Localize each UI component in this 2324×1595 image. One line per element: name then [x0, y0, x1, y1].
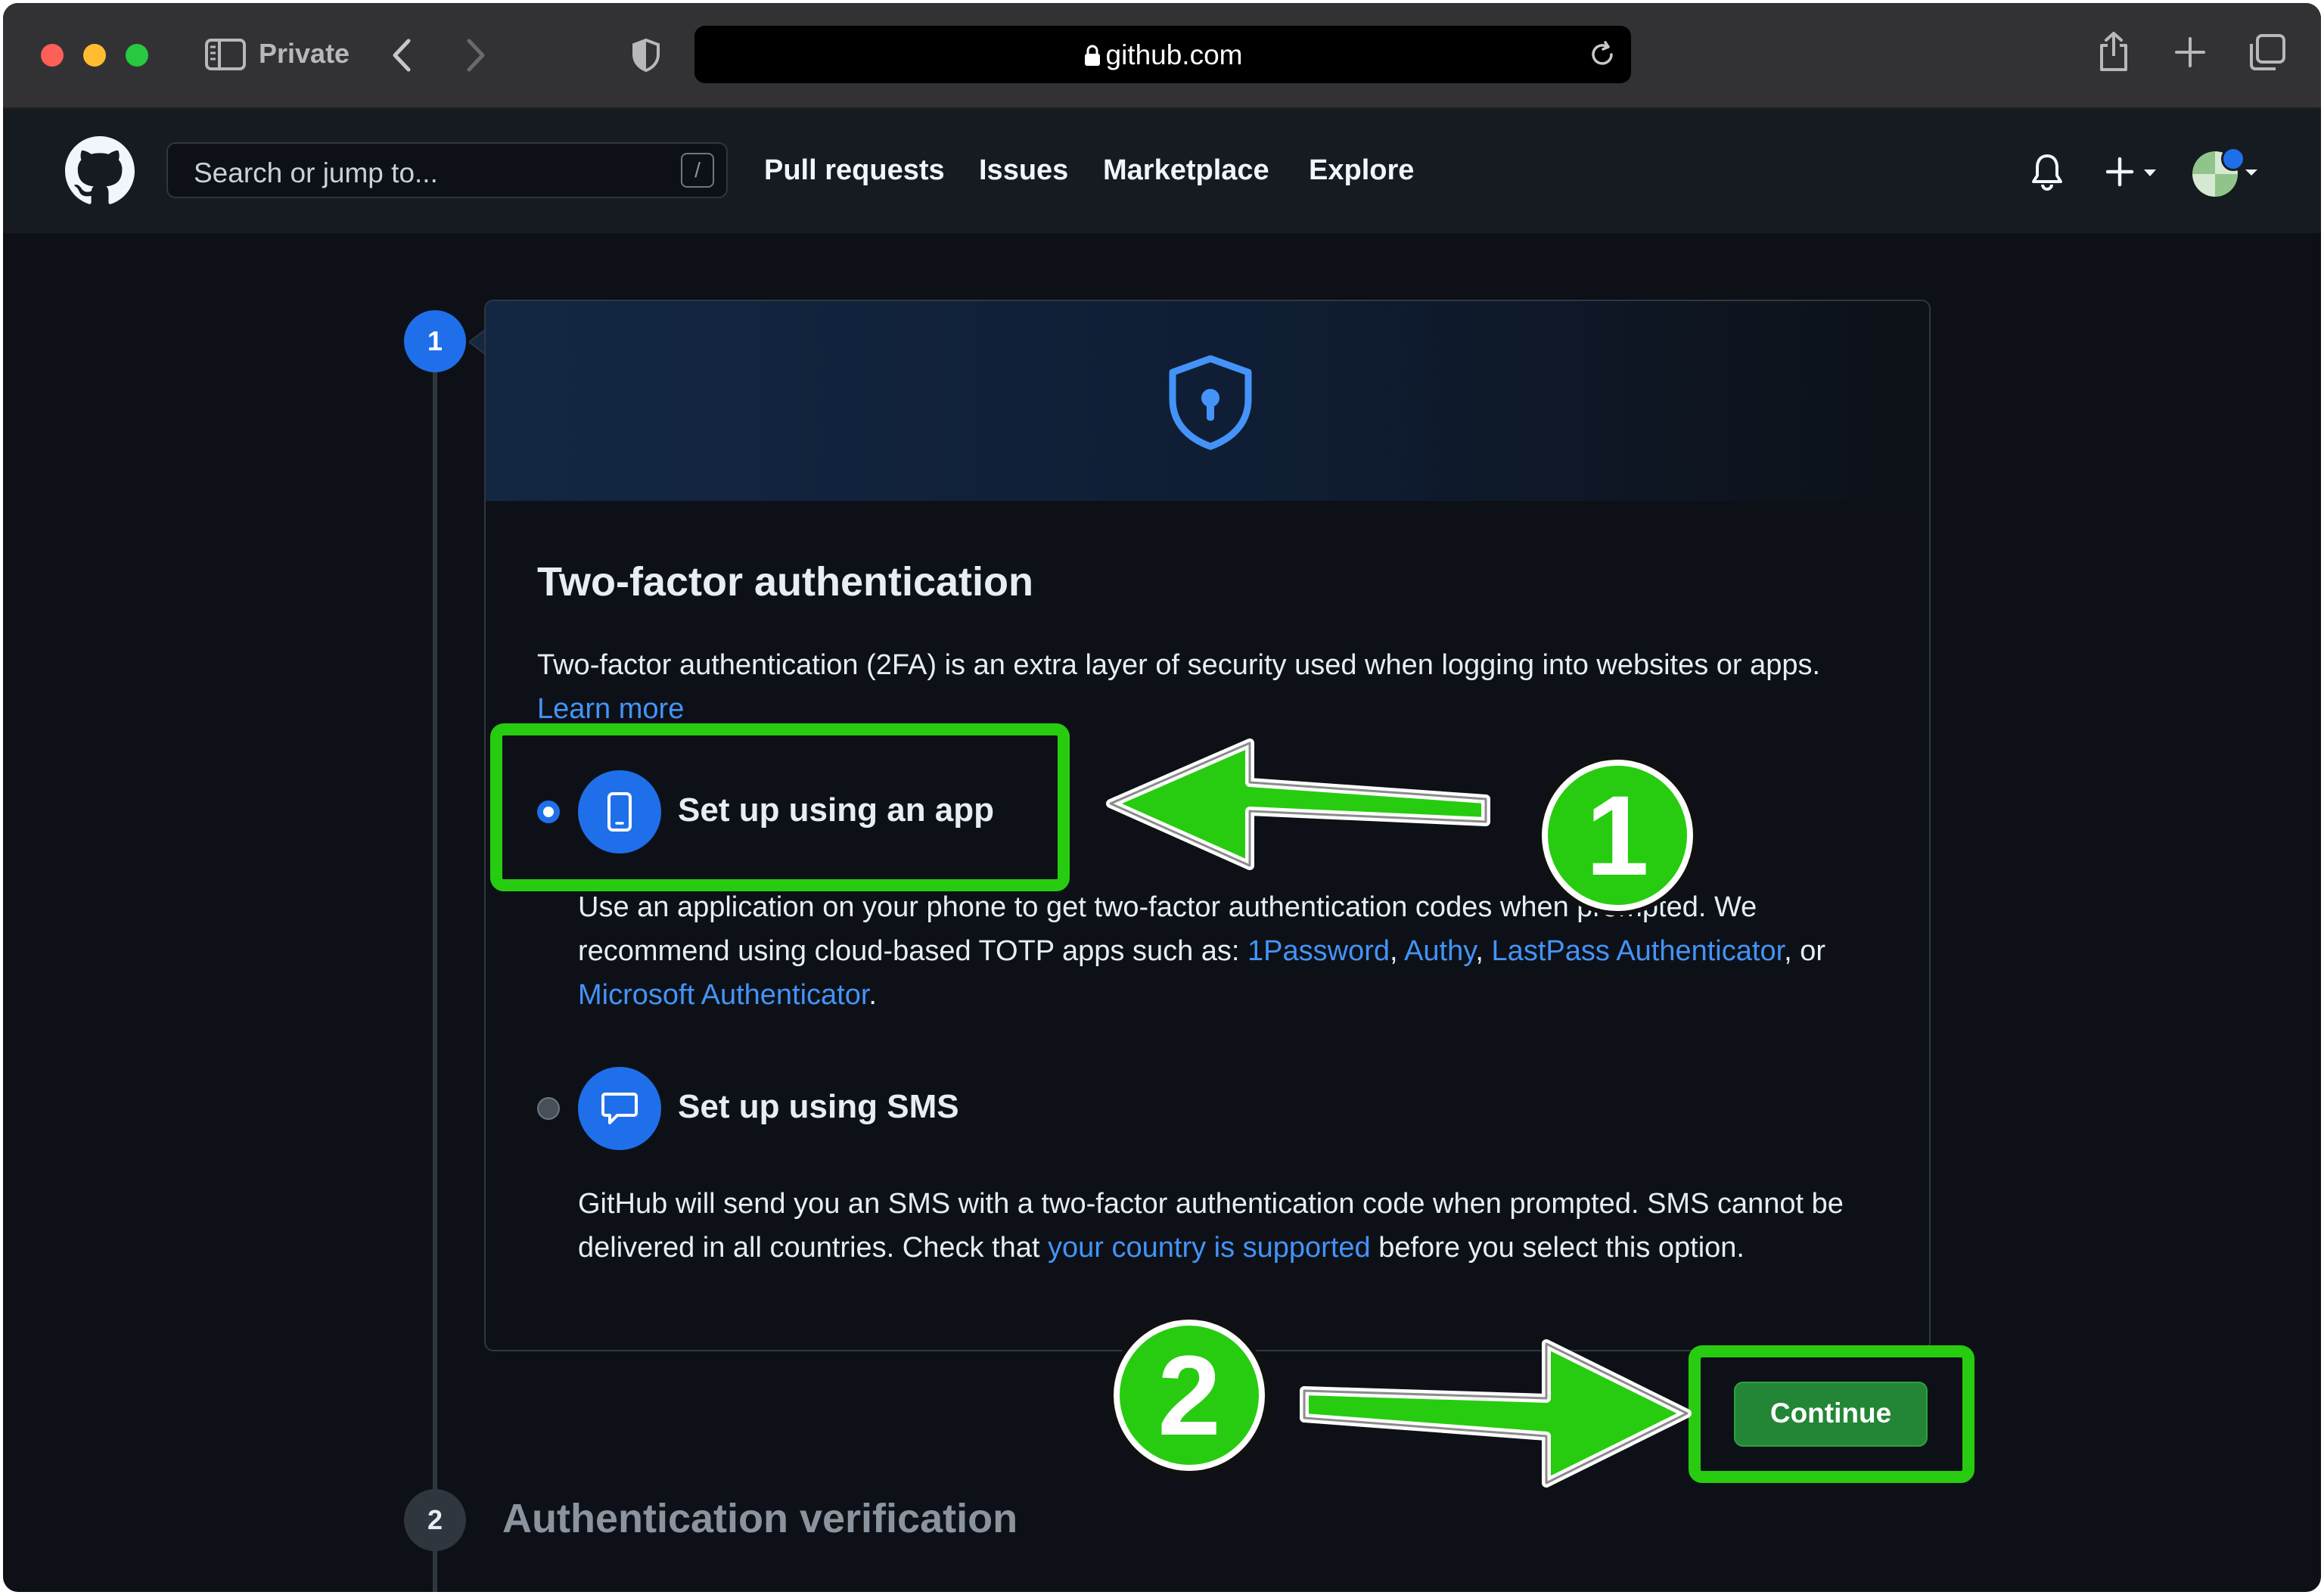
reload-icon[interactable] — [1589, 41, 1616, 68]
search-shortcut-key: / — [681, 153, 714, 188]
notification-bell-icon[interactable] — [2030, 153, 2064, 191]
github-logo-icon[interactable] — [65, 136, 135, 206]
forward-icon[interactable] — [464, 38, 487, 73]
option-sms-label[interactable]: Set up using SMS — [678, 1088, 959, 1126]
minimize-window-button[interactable] — [83, 44, 106, 67]
step-2-label: Authentication verification — [502, 1496, 1018, 1541]
address-bar[interactable]: github.com — [694, 26, 1631, 83]
github-header: Search or jump to... / Pull requests Iss… — [3, 109, 2321, 233]
comment-icon — [601, 1093, 638, 1124]
link-authy[interactable]: Authy — [1404, 935, 1475, 967]
option-sms-icon-circle — [578, 1067, 661, 1150]
avatar-dropdown-icon[interactable] — [2244, 168, 2259, 177]
search-placeholder: Search or jump to... — [194, 157, 438, 188]
avatar-status-dot — [2221, 147, 2245, 171]
tab-overview-icon[interactable] — [2248, 33, 2286, 71]
step-1-badge: 1 — [404, 310, 466, 372]
nav-pull-requests[interactable]: Pull requests — [764, 154, 945, 187]
create-new-icon[interactable] — [2106, 156, 2162, 188]
url-text: github.com — [694, 39, 1631, 71]
step-2-badge: 2 — [404, 1489, 466, 1551]
annotation-marker-2: 2 — [1114, 1320, 1265, 1471]
radio-sms[interactable] — [537, 1097, 560, 1120]
nav-explore[interactable]: Explore — [1309, 154, 1414, 187]
zoom-window-button[interactable] — [126, 44, 148, 67]
card-title: Two-factor authentication — [537, 559, 1033, 605]
nav-marketplace[interactable]: Marketplace — [1103, 154, 1269, 187]
intro-text: Two-factor authentication (2FA) is an ex… — [537, 649, 1821, 725]
card-banner — [486, 301, 1929, 501]
option-sms-description: GitHub will send you an SMS with a two-f… — [578, 1188, 1844, 1264]
link-country-supported[interactable]: your country is supported — [1048, 1232, 1371, 1264]
browser-window: Private github.com Search or jump to... … — [3, 3, 2321, 1592]
sidebar-toggle-icon[interactable] — [204, 38, 247, 71]
link-lastpass-authenticator[interactable]: LastPass Authenticator — [1492, 935, 1785, 967]
browser-toolbar: Private github.com — [3, 3, 2321, 109]
share-icon[interactable] — [2097, 30, 2130, 73]
back-icon[interactable] — [390, 38, 413, 73]
close-window-button[interactable] — [41, 44, 64, 67]
highlight-box-app-option — [490, 723, 1070, 891]
shield-keyhole-icon — [1169, 355, 1252, 450]
annotation-arrow-right-icon — [1300, 1339, 1692, 1488]
search-input[interactable]: Search or jump to... / — [166, 142, 728, 198]
link-1password[interactable]: 1Password — [1247, 935, 1390, 967]
link-microsoft-authenticator[interactable]: Microsoft Authenticator — [578, 979, 868, 1011]
nav-issues[interactable]: Issues — [979, 154, 1068, 187]
privacy-shield-icon[interactable] — [631, 38, 661, 73]
private-label: Private — [259, 38, 350, 69]
new-tab-icon[interactable] — [2174, 36, 2206, 68]
annotation-marker-1: 1 — [1542, 760, 1693, 911]
annotation-arrow-left-icon — [1106, 738, 1490, 870]
timeline-line — [433, 344, 437, 1592]
highlight-box-continue — [1689, 1345, 1974, 1483]
option-app-description: Use an application on your phone to get … — [578, 891, 1826, 1011]
lock-icon — [1084, 45, 1100, 66]
learn-more-link[interactable]: Learn more — [537, 693, 684, 725]
